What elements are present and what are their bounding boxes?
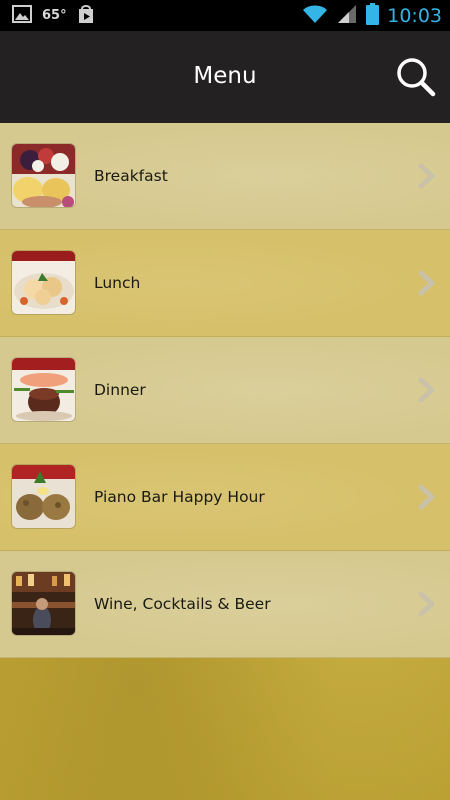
dinner-thumbnail — [12, 358, 75, 421]
chevron-right-icon — [418, 270, 435, 296]
lunch-thumbnail — [12, 251, 75, 314]
happy-hour-thumbnail — [12, 465, 75, 528]
chevron-right-icon — [418, 484, 435, 510]
signal-icon — [336, 4, 358, 28]
status-bar-right: 10:03 — [302, 2, 442, 29]
menu-item-breakfast[interactable]: Breakfast — [0, 123, 450, 230]
menu-item-label: Dinner — [94, 381, 146, 399]
menu-item-label: Breakfast — [94, 167, 168, 185]
battery-icon — [366, 2, 380, 29]
menu-item-dinner[interactable]: Dinner — [0, 337, 450, 444]
chevron-right-icon — [418, 377, 435, 403]
status-bar: 65° 10:03 — [0, 0, 450, 31]
menu-item-label: Piano Bar Happy Hour — [94, 488, 265, 506]
menu-item-label: Wine, Cocktails & Beer — [94, 595, 271, 613]
status-bar-left: 65° — [12, 4, 95, 28]
search-icon — [397, 58, 436, 97]
wine-cocktails-thumbnail — [12, 572, 75, 635]
play-store-icon — [77, 4, 95, 28]
chevron-right-icon — [418, 163, 435, 189]
menu-list: Breakfast Lunch Dinner Piano Bar Happy H… — [0, 123, 450, 658]
menu-item-label: Lunch — [94, 274, 141, 292]
chevron-right-icon — [418, 591, 435, 617]
menu-item-lunch[interactable]: Lunch — [0, 230, 450, 337]
action-bar: Menu — [0, 31, 450, 123]
search-button[interactable] — [394, 55, 438, 99]
menu-item-piano-bar-happy-hour[interactable]: Piano Bar Happy Hour — [0, 444, 450, 551]
page-title: Menu — [193, 63, 257, 89]
menu-item-wine-cocktails-beer[interactable]: Wine, Cocktails & Beer — [0, 551, 450, 658]
temperature-text: 65° — [42, 8, 67, 23]
wifi-icon — [302, 4, 328, 28]
clock-time: 10:03 — [387, 4, 442, 27]
breakfast-thumbnail — [12, 144, 75, 207]
gallery-icon — [12, 4, 32, 27]
